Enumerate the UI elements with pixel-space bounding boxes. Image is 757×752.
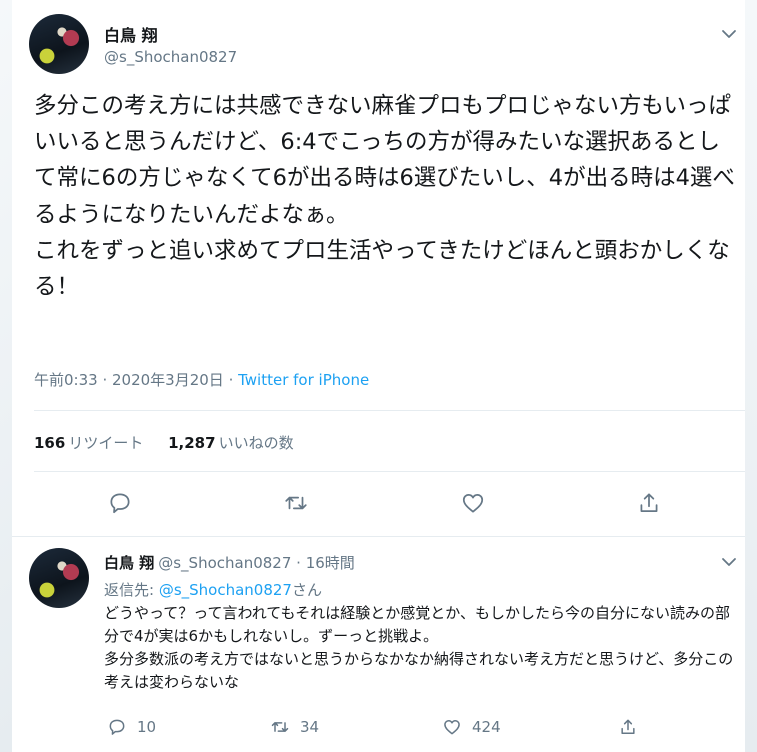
reply-time[interactable]: 16時間 <box>306 554 355 572</box>
tweet-thread: 白鳥 翔 @s_Shochan0827 多分この考え方には共感できない麻雀プロも… <box>12 0 745 752</box>
author-handle[interactable]: @s_Shochan0827 <box>104 48 237 66</box>
background-right <box>745 0 757 752</box>
tweet-text: 多分この考え方には共感できない麻雀プロもプロじゃない方もいっぱいいると思うんだけ… <box>34 93 735 301</box>
reply-icon <box>110 493 130 514</box>
divider <box>34 410 745 411</box>
reply-retweet-button[interactable]: 34 <box>270 716 319 738</box>
meta-separator: · <box>223 371 239 389</box>
chevron-down-icon[interactable] <box>719 552 739 572</box>
replying-prefix: 返信先: <box>104 581 159 599</box>
reply-text: どうやって？って言われてもそれは経験とか感覚とか、もしかしたら今の自分にない読み… <box>104 604 734 691</box>
retweet-count: 34 <box>300 718 320 736</box>
background-left <box>0 0 12 752</box>
reply-dot: · <box>291 554 306 572</box>
reply-header: 白鳥 翔 @s_Shochan0827 · 16時間 <box>104 552 355 573</box>
reply-like-button[interactable]: 424 <box>442 716 501 738</box>
replying-to: 返信先: @s_Shochan0827さん <box>104 579 322 600</box>
share-icon <box>640 493 658 512</box>
reply-button[interactable] <box>107 490 133 516</box>
heart-icon <box>444 720 460 735</box>
reply-author-handle[interactable]: @s_Shochan0827 <box>158 554 291 572</box>
engagement-stats: 166 リツイート 1,287 いいねの数 <box>34 432 314 453</box>
tweet-meta: 午前0:33 · 2020年3月20日 · Twitter for iPhone <box>34 369 369 390</box>
divider <box>12 536 745 537</box>
timestamp[interactable]: 午前0:33 · 2020年3月20日 <box>34 371 224 389</box>
divider <box>34 471 745 472</box>
share-button[interactable] <box>636 490 662 516</box>
reply-icon <box>109 719 125 735</box>
replying-suffix: さん <box>291 581 322 599</box>
replying-mention[interactable]: @s_Shochan0827 <box>159 581 292 599</box>
retweet-icon <box>271 722 289 732</box>
heart-icon <box>462 494 484 513</box>
likes-label[interactable]: いいねの数 <box>219 434 294 452</box>
chevron-down-icon[interactable] <box>719 24 739 44</box>
source-link[interactable]: Twitter for iPhone <box>238 371 369 389</box>
likes-count[interactable]: 1,287 <box>168 434 215 452</box>
reply-author-name[interactable]: 白鳥 翔 <box>104 554 154 572</box>
share-icon <box>621 719 635 734</box>
retweets-label[interactable]: リツイート <box>68 434 143 452</box>
reply-avatar[interactable] <box>29 548 89 608</box>
like-count: 424 <box>472 718 501 736</box>
author-name[interactable]: 白鳥 翔 <box>104 22 158 46</box>
reply-count: 10 <box>137 718 157 736</box>
avatar[interactable] <box>29 14 89 74</box>
reply-share-button[interactable] <box>618 716 648 738</box>
like-button[interactable] <box>460 490 486 516</box>
retweet-button[interactable] <box>283 490 309 516</box>
reply-reply-button[interactable]: 10 <box>107 716 156 738</box>
retweet-icon <box>285 496 307 510</box>
retweets-count[interactable]: 166 <box>34 434 65 452</box>
